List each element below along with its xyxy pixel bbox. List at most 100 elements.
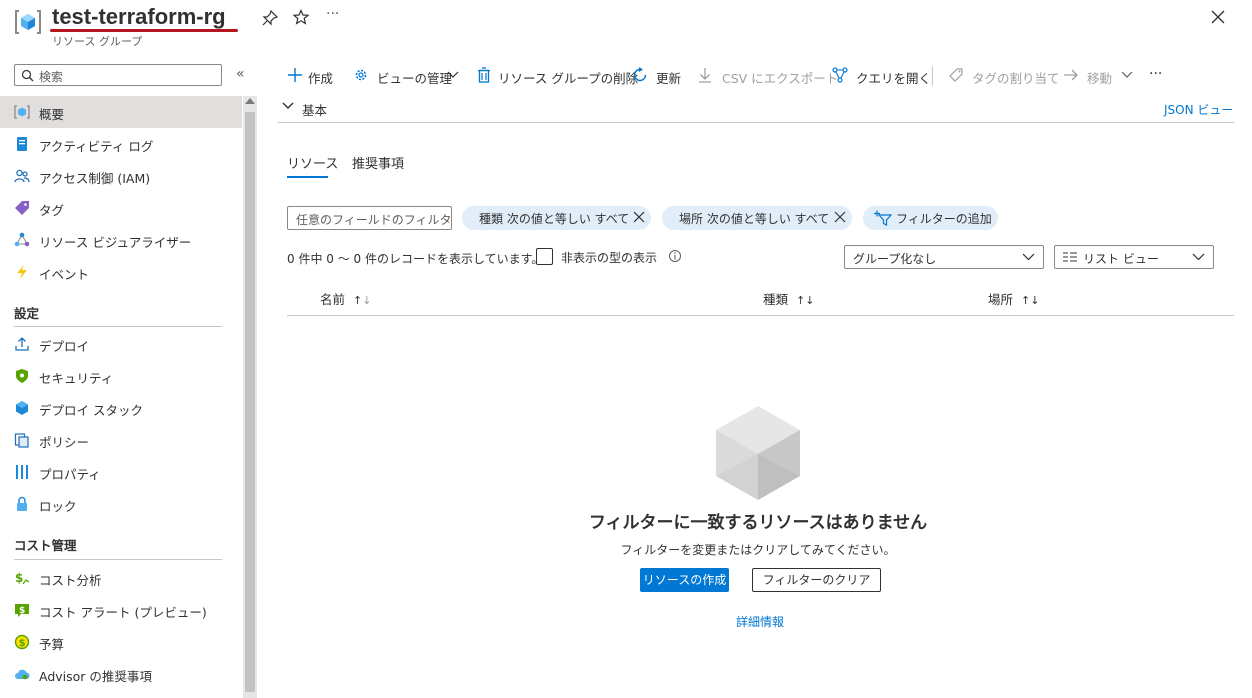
view-mode-dropdown[interactable]: リスト ビュー xyxy=(1054,245,1214,269)
sidebar-item-deploy-stack[interactable]: デプロイ スタック xyxy=(0,392,242,424)
iam-icon xyxy=(14,169,30,183)
trash-icon xyxy=(478,67,490,83)
filter-pill-location[interactable]: 場所 次の値と等しい すべて xyxy=(662,206,852,230)
sidebar-item-advisor[interactable]: Advisor の推奨事項 xyxy=(0,658,242,690)
sidebar-item-label: イベント xyxy=(39,267,90,282)
essentials-toggle[interactable]: 基本 xyxy=(302,100,327,119)
create-button[interactable]: 作成 xyxy=(287,66,347,86)
tab-recommendations[interactable]: 推奨事項 xyxy=(352,153,404,172)
refresh-button[interactable]: 更新 xyxy=(632,66,687,86)
page-title: test-terraform-rg xyxy=(52,4,226,29)
sidebar-item-lock[interactable]: ロック xyxy=(0,488,242,520)
manage-view-button[interactable]: ビューの管理 xyxy=(353,66,465,86)
budget-icon: $ xyxy=(14,634,30,650)
filter-add-icon xyxy=(874,210,892,226)
search-placeholder: 検索 xyxy=(39,70,64,84)
sidebar-item-label: セキュリティ xyxy=(39,371,114,386)
section-cost: コスト管理 xyxy=(14,538,77,553)
sidebar-item-security[interactable]: セキュリティ xyxy=(0,360,242,392)
essentials-divider xyxy=(278,122,1234,123)
chevron-down-icon xyxy=(1022,253,1035,261)
activity-log-icon xyxy=(17,137,27,151)
sidebar-item-budgets[interactable]: $ 予算 xyxy=(0,626,242,658)
more-options-button[interactable]: ··· xyxy=(326,6,339,22)
chevron-down-icon xyxy=(447,71,459,78)
sidebar-item-label: デプロイ スタック xyxy=(39,403,143,418)
tab-resources[interactable]: リソース xyxy=(287,153,338,172)
move-button[interactable]: 移動 xyxy=(1063,66,1138,86)
grouping-dropdown[interactable]: グループ化なし xyxy=(844,245,1044,269)
sidebar-item-label: コスト アラート (プレビュー) xyxy=(39,605,207,620)
close-icon[interactable] xyxy=(633,211,645,223)
sort-icon: ↑↓ xyxy=(353,294,372,307)
show-hidden-types-checkbox[interactable] xyxy=(536,248,553,265)
learn-more-link[interactable]: 詳細情報 xyxy=(700,613,820,630)
sort-icon: ↑↓ xyxy=(796,294,815,307)
sidebar-item-cost-alerts[interactable]: $ コスト アラート (プレビュー) xyxy=(0,594,242,626)
sidebar-item-overview[interactable]: 概要 xyxy=(0,96,242,128)
pin-icon[interactable] xyxy=(262,10,278,26)
cube-stack-icon xyxy=(16,401,28,415)
sidebar-item-policy[interactable]: ポリシー xyxy=(0,424,242,456)
policy-icon xyxy=(14,433,29,448)
column-header-name[interactable]: 名前 ↑↓ xyxy=(320,289,371,308)
sidebar-item-events[interactable]: イベント xyxy=(0,256,242,288)
sidebar-item-label: コスト分析 xyxy=(39,573,102,588)
deploy-icon xyxy=(15,337,29,351)
clear-filters-button[interactable]: フィルターのクリア xyxy=(752,568,881,592)
collapse-sidebar-button[interactable]: « xyxy=(236,66,245,82)
add-filter-button[interactable]: フィルターの追加 xyxy=(863,206,998,230)
shield-icon xyxy=(16,369,28,383)
sidebar-item-label: プロパティ xyxy=(39,467,101,482)
json-view-link[interactable]: JSON ビュー xyxy=(1164,101,1233,118)
arrow-right-icon xyxy=(1064,69,1078,81)
sidebar-item-properties[interactable]: プロパティ xyxy=(0,456,242,488)
plus-icon xyxy=(288,68,302,82)
toolbar-more-button[interactable]: ··· xyxy=(1149,66,1169,86)
sidebar-item-visualizer[interactable]: リソース ビジュアライザー xyxy=(0,224,242,256)
sidebar-item-label: リソース ビジュアライザー xyxy=(39,235,192,250)
chevron-down-icon[interactable] xyxy=(282,102,294,110)
column-header-location[interactable]: 場所 ↑↓ xyxy=(988,289,1039,308)
create-resource-button[interactable]: リソースの作成 xyxy=(640,568,729,592)
toolbar-separator xyxy=(932,66,933,86)
chevron-down-icon xyxy=(1121,71,1133,78)
search-input[interactable]: 検索 xyxy=(14,64,222,86)
section-settings: 設定 xyxy=(14,306,40,321)
sidebar-item-label: アクティビティ ログ xyxy=(39,139,154,154)
sidebar-item-activity-log[interactable]: アクティビティ ログ xyxy=(0,128,242,160)
visualizer-icon xyxy=(14,232,30,247)
svg-text:$: $ xyxy=(19,638,26,649)
properties-icon xyxy=(16,465,28,479)
star-icon[interactable] xyxy=(293,9,309,25)
sidebar-item-deploy[interactable]: デプロイ xyxy=(0,328,242,360)
sidebar-item-cost-analysis[interactable]: $ コスト分析 xyxy=(0,562,242,594)
column-header-type[interactable]: 種類 ↑↓ xyxy=(763,289,814,308)
show-hidden-types-label[interactable]: 非表示の型の表示 xyxy=(561,249,657,266)
scroll-up-arrow-icon[interactable] xyxy=(245,98,255,104)
sidebar-item-iam[interactable]: アクセス制御 (IAM) xyxy=(0,160,242,192)
open-query-button[interactable]: クエリを開く xyxy=(832,66,931,86)
lock-icon xyxy=(17,496,27,511)
empty-state-title: フィルターに一致するリソースはありません xyxy=(588,513,928,533)
sidebar-scroll-thumb[interactable] xyxy=(245,112,255,692)
assign-tags-button[interactable]: タグの割り当て xyxy=(948,66,1060,86)
sidebar-item-label: ポリシー xyxy=(39,435,90,450)
tag-icon xyxy=(949,68,963,82)
cost-analysis-icon: $ xyxy=(15,571,30,585)
svg-text:$: $ xyxy=(15,571,23,585)
filter-pill-type[interactable]: 種類 次の値と等しい すべて xyxy=(462,206,651,230)
section-divider xyxy=(14,326,222,327)
section-divider xyxy=(14,559,222,560)
export-csv-button[interactable]: CSV にエクスポート xyxy=(698,66,838,86)
tag-icon xyxy=(15,201,29,215)
close-icon[interactable] xyxy=(834,211,846,223)
delete-resource-group-button[interactable]: リソース グループの削除 xyxy=(477,66,638,86)
sidebar-item-label: Advisor の推奨事項 xyxy=(39,669,152,684)
info-icon[interactable] xyxy=(668,249,682,263)
sidebar-item-tags[interactable]: タグ xyxy=(0,192,242,224)
filter-input[interactable]: 任意のフィールドのフィルター... xyxy=(287,206,452,230)
resource-group-icon xyxy=(14,105,30,119)
lightning-icon xyxy=(17,265,27,279)
close-icon[interactable] xyxy=(1211,10,1225,24)
